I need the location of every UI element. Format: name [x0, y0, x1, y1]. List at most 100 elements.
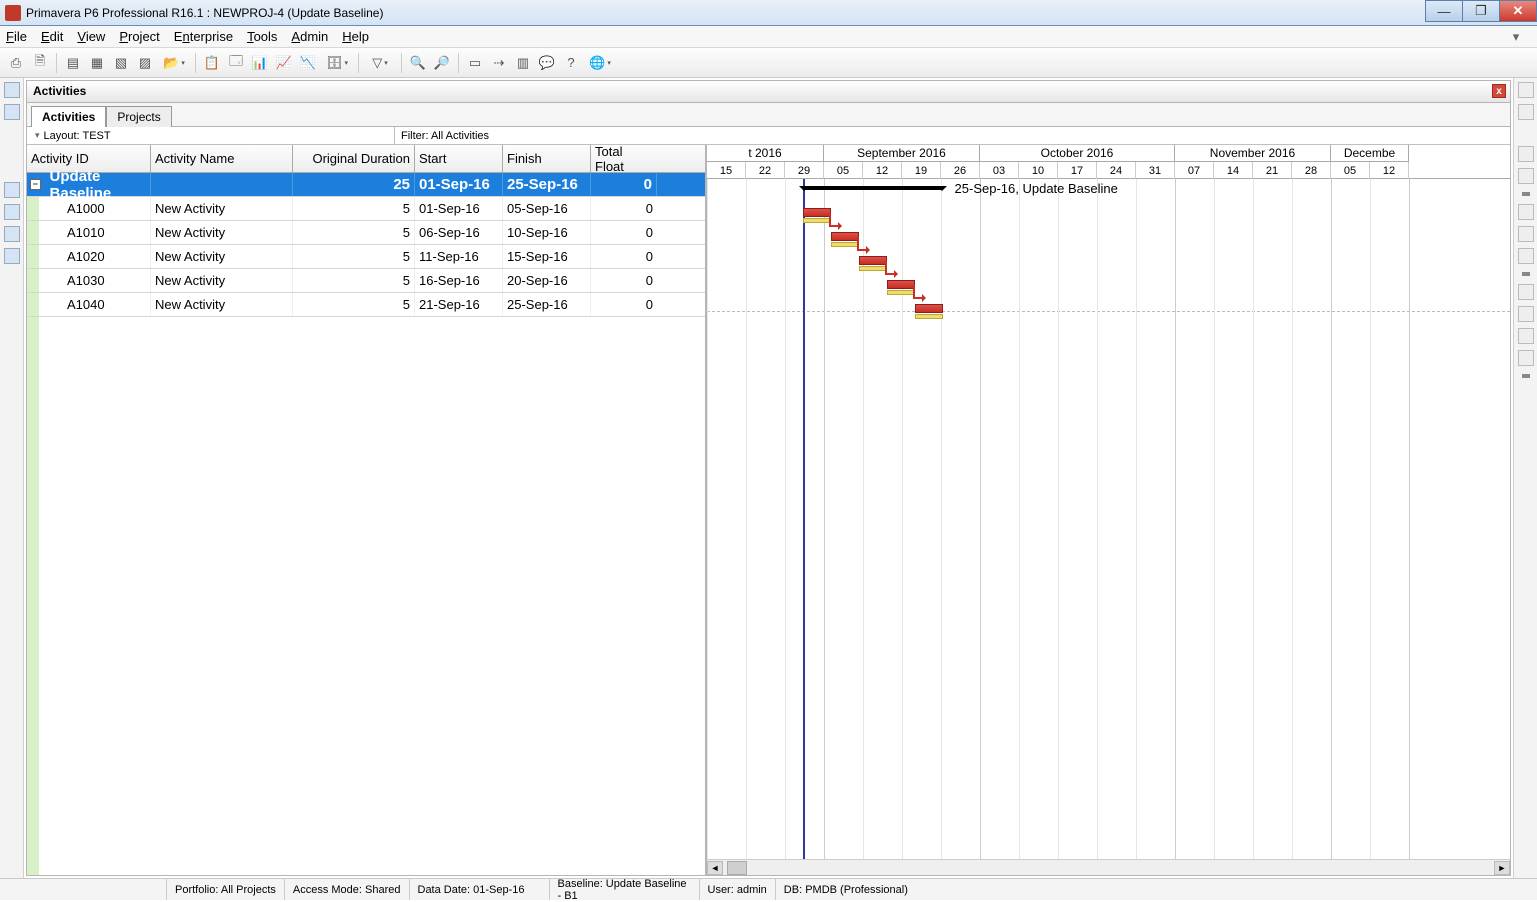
gantt-bar[interactable] [803, 208, 831, 217]
right-tool-split-1[interactable] [1522, 192, 1530, 196]
cell-dur[interactable]: 5 [293, 221, 415, 244]
cell-activity-name[interactable]: New Activity [151, 269, 293, 292]
gantt-chart[interactable]: t 2016September 2016October 2016November… [707, 145, 1510, 875]
col-start[interactable]: Start [415, 145, 503, 172]
left-tool-2[interactable] [4, 104, 20, 120]
col-activity-name[interactable]: Activity Name [151, 145, 293, 172]
table-row[interactable]: A1030New Activity516-Sep-1620-Sep-160 [27, 269, 705, 293]
menu-overflow[interactable]: ▾ [1509, 29, 1523, 45]
close-button[interactable]: ✕ [1499, 0, 1537, 22]
level-button[interactable]: 📊 [249, 52, 271, 74]
left-tool-6[interactable] [4, 248, 20, 264]
cell-dur[interactable]: 5 [293, 293, 415, 316]
right-tool-roles[interactable] [1518, 248, 1534, 264]
right-tool-cut[interactable] [1518, 146, 1534, 162]
print-button[interactable]: ⎙ [5, 52, 27, 74]
cell-activity-id[interactable]: A1010 [27, 221, 151, 244]
cell-tf[interactable]: 0 [591, 197, 657, 220]
cell-activity-id[interactable]: A1020 [27, 245, 151, 268]
menu-help[interactable]: Help [342, 29, 369, 44]
cell-activity-name[interactable]: New Activity [151, 245, 293, 268]
right-tool-split-3[interactable] [1522, 374, 1530, 378]
cell-fin[interactable]: 25-Sep-16 [503, 293, 591, 316]
tab-projects[interactable]: Projects [106, 106, 171, 127]
scroll-thumb[interactable] [727, 861, 747, 875]
cell-start[interactable]: 01-Sep-16 [415, 197, 503, 220]
web-button[interactable]: 🌐▾ [584, 52, 616, 74]
menu-project[interactable]: Project [119, 29, 159, 44]
right-tool-down[interactable] [1518, 306, 1534, 322]
minimize-button[interactable]: — [1425, 0, 1463, 22]
menu-view[interactable]: View [77, 29, 105, 44]
table-row[interactable]: A1040New Activity521-Sep-1625-Sep-160 [27, 293, 705, 317]
cell-fin[interactable]: 05-Sep-16 [503, 197, 591, 220]
maximize-button[interactable]: ❐ [1462, 0, 1500, 22]
show-progress-button[interactable]: ▭ [464, 52, 486, 74]
panel-close-button[interactable]: x [1492, 84, 1506, 98]
right-tool-resources[interactable] [1518, 226, 1534, 242]
layout-button-3[interactable]: ▧ [110, 52, 132, 74]
table-row[interactable]: A1020New Activity511-Sep-1615-Sep-160 [27, 245, 705, 269]
left-tool-5[interactable] [4, 226, 20, 242]
cell-start[interactable]: 06-Sep-16 [415, 221, 503, 244]
gantt-hscroll[interactable]: ◄ ► [707, 859, 1510, 875]
cell-dur[interactable]: 5 [293, 269, 415, 292]
filter-button[interactable]: ▽▾ [364, 52, 396, 74]
open-project-button[interactable]: 📂▾ [158, 52, 190, 74]
right-tool-paste[interactable] [1518, 204, 1534, 220]
schedule-button[interactable]: 📋 [201, 52, 223, 74]
cell-dur[interactable]: 5 [293, 197, 415, 220]
cell-activity-id[interactable]: A1000 [27, 197, 151, 220]
cell-tf[interactable]: 0 [591, 269, 657, 292]
cell-dur[interactable]: 5 [293, 245, 415, 268]
cell-activity-name[interactable]: New Activity [151, 197, 293, 220]
left-tool-3[interactable] [4, 182, 20, 198]
cell-start[interactable]: 11-Sep-16 [415, 245, 503, 268]
cell-fin[interactable]: 15-Sep-16 [503, 245, 591, 268]
collapse-icon[interactable]: − [30, 179, 41, 190]
cell-start[interactable]: 16-Sep-16 [415, 269, 503, 292]
claim-button[interactable]: 📈 [273, 52, 295, 74]
summary-row[interactable]: −Update Baseline2501-Sep-1625-Sep-160 [27, 173, 705, 197]
menu-enterprise[interactable]: Enterprise [174, 29, 233, 44]
menu-edit[interactable]: Edit [41, 29, 63, 44]
cell-activity-id[interactable]: A1030 [27, 269, 151, 292]
right-tool-left[interactable] [1518, 328, 1534, 344]
col-finish[interactable]: Finish [503, 145, 591, 172]
table-row[interactable]: A1010New Activity506-Sep-1610-Sep-160 [27, 221, 705, 245]
cell-activity-name[interactable]: New Activity [151, 293, 293, 316]
cell-tf[interactable]: 0 [591, 221, 657, 244]
col-total-float[interactable]: Total Float [591, 145, 657, 172]
show-rel-button[interactable]: ⇢ [488, 52, 510, 74]
cell-start[interactable]: 21-Sep-16 [415, 293, 503, 316]
scroll-left-button[interactable]: ◄ [707, 861, 723, 875]
zoom-out-button[interactable]: 🔎 [431, 52, 453, 74]
cell-tf[interactable]: 0 [591, 173, 657, 196]
gantt-bar[interactable] [859, 256, 887, 265]
col-original-duration[interactable]: Original Duration [293, 145, 415, 172]
print-preview-button[interactable]: 🗎 [29, 52, 51, 74]
gantt-bar[interactable] [831, 232, 859, 241]
store-button[interactable]: 🗄▾ [321, 52, 353, 74]
cell-tf[interactable]: 0 [591, 293, 657, 316]
right-tool-up[interactable] [1518, 284, 1534, 300]
layout-button-1[interactable]: ▤ [62, 52, 84, 74]
reflect-button[interactable]: 🗔 [225, 52, 247, 74]
right-tool-right[interactable] [1518, 350, 1534, 366]
cell-fin[interactable]: 20-Sep-16 [503, 269, 591, 292]
chat-button[interactable]: 💬 [536, 52, 558, 74]
menu-tools[interactable]: Tools [247, 29, 277, 44]
layout-button-4[interactable]: ▨ [134, 52, 156, 74]
left-tool-1[interactable] [4, 82, 20, 98]
show-columns-button[interactable]: ▥ [512, 52, 534, 74]
cell-tf[interactable]: 0 [591, 245, 657, 268]
left-tool-4[interactable] [4, 204, 20, 220]
cell-dur[interactable]: 25 [293, 173, 415, 196]
cell-start[interactable]: 01-Sep-16 [415, 173, 503, 196]
cell-fin[interactable]: 10-Sep-16 [503, 221, 591, 244]
tab-activities[interactable]: Activities [31, 106, 106, 127]
right-tool-copy[interactable] [1518, 168, 1534, 184]
layout-selector[interactable]: ▾ Layout: TEST [27, 127, 395, 144]
gantt-bar[interactable] [915, 304, 943, 313]
gantt-body[interactable]: 25-Sep-16, Update Baseline [707, 179, 1510, 859]
